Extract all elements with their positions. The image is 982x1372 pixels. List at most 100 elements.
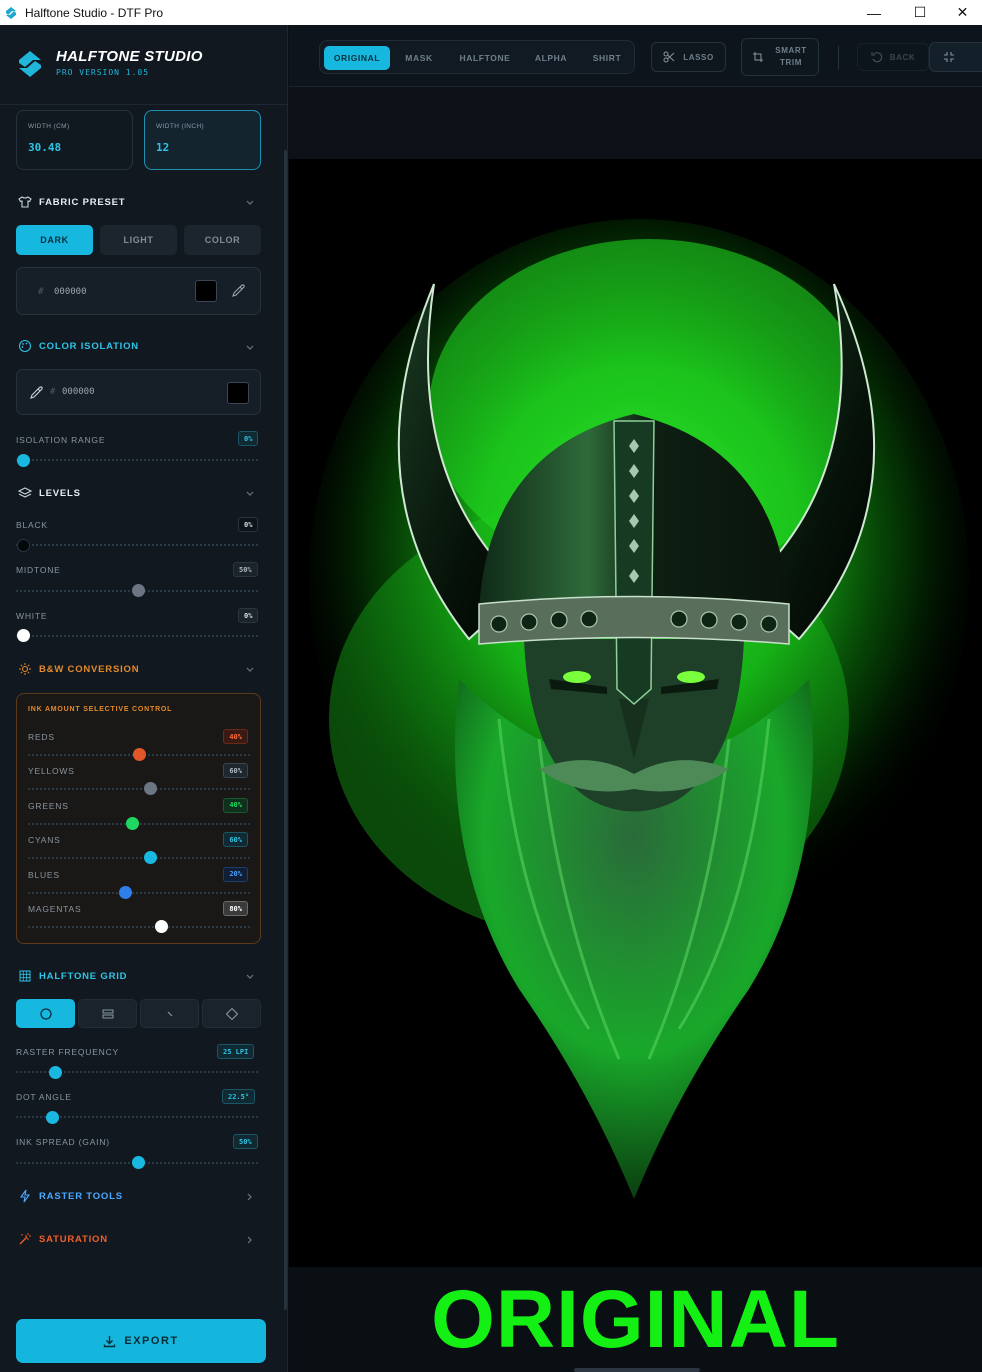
ink-spread-value: 50% [233, 1134, 258, 1149]
width-inch-value: 12 [156, 141, 170, 154]
close-button[interactable]: ✕ [943, 0, 982, 25]
fabric-hex-input[interactable]: 000000 [54, 287, 87, 297]
dot-angle-thumb[interactable] [46, 1111, 60, 1124]
ink-magentas-value: 80% [223, 901, 248, 916]
raster-tools-header[interactable]: RASTER TOOLS [18, 1188, 123, 1204]
ink-blues-slider[interactable] [28, 891, 250, 894]
chevron-down-icon[interactable] [244, 489, 256, 499]
ink-reds-thumb[interactable] [132, 748, 146, 761]
sidebar-scrollbar[interactable] [284, 150, 287, 1310]
lines-icon [102, 1009, 113, 1018]
tab-halftone-label: HALFTONE [459, 53, 511, 63]
export-button[interactable]: EXPORT [16, 1319, 266, 1363]
ink-cyans-label: CYANS [28, 835, 61, 846]
lasso-button[interactable]: LASSO [651, 42, 726, 72]
color-isolation-title: COLOR ISOLATION [39, 340, 139, 352]
width-cm-field[interactable]: WIDTH (CM) 30.48 [16, 110, 133, 170]
view-mode-caption: ORIGINAL [431, 1274, 840, 1365]
levels-header[interactable]: LEVELS [18, 485, 81, 501]
tab-alpha[interactable]: ALPHA [524, 46, 578, 70]
saturation-title: SATURATION [39, 1233, 108, 1245]
tab-mask[interactable]: MASK [394, 46, 444, 70]
dot-shape-circle-button[interactable] [16, 999, 75, 1028]
eyedropper-icon[interactable] [29, 386, 43, 400]
fabric-preset-header[interactable]: FABRIC PRESET [18, 194, 125, 210]
levels-white-thumb[interactable] [16, 629, 30, 642]
chevron-right-icon[interactable] [244, 1192, 256, 1202]
chevron-down-icon[interactable] [244, 665, 256, 675]
ink-blues-thumb[interactable] [119, 885, 133, 899]
brand-logo-icon [19, 51, 41, 77]
width-cm-value: 30.48 [28, 141, 62, 154]
tab-halftone[interactable]: HALFTONE [448, 46, 522, 70]
fabric-preset-title: FABRIC PRESET [39, 196, 126, 208]
back-button[interactable]: BACK [857, 43, 929, 71]
ink-magentas-thumb[interactable] [154, 920, 168, 933]
download-icon [104, 1335, 116, 1347]
chevron-down-icon[interactable] [244, 972, 256, 982]
ink-cyans-thumb[interactable] [143, 851, 157, 865]
chevron-down-icon[interactable] [244, 198, 256, 208]
eyedropper-icon[interactable] [231, 284, 245, 298]
tab-shirt[interactable]: SHIRT [580, 46, 634, 70]
isolation-color-swatch[interactable] [227, 382, 249, 404]
levels-midtone-value: 50% [233, 562, 258, 577]
sidebar: HALFTONE STUDIO PRO VERSION 1.05 WIDTH (… [0, 25, 288, 1372]
smart-trim-label: SMART TRIM [775, 45, 806, 69]
smart-trim-button[interactable]: SMART TRIM [741, 38, 819, 76]
fit-view-button[interactable] [929, 42, 982, 72]
maximize-button[interactable]: ☐ [897, 0, 943, 25]
ink-magentas-slider[interactable] [28, 926, 250, 928]
dot-shape-diagonal-button[interactable] [140, 999, 199, 1028]
chevron-right-icon[interactable] [244, 1235, 256, 1245]
tab-original[interactable]: ORIGINAL [324, 46, 390, 70]
raster-tools-title: RASTER TOOLS [39, 1190, 123, 1202]
isolation-range-value: 0% [238, 431, 259, 446]
levels-title: LEVELS [39, 487, 81, 499]
levels-black-label: BLACK [16, 520, 48, 530]
fabric-dark-button[interactable]: DARK [16, 225, 93, 255]
shirt-icon [18, 196, 32, 208]
raster-frequency-label: RASTER FREQUENCY [16, 1047, 120, 1057]
levels-midtone-thumb[interactable] [131, 584, 145, 597]
levels-black-slider[interactable] [16, 544, 260, 546]
ink-greens-slider[interactable] [28, 822, 250, 825]
fabric-color-row[interactable]: # 000000 [16, 267, 261, 315]
ink-spread-thumb[interactable] [131, 1156, 145, 1169]
ink-yellows-thumb[interactable] [143, 782, 157, 796]
canvas-scroll-indicator[interactable] [574, 1368, 700, 1372]
brand-title: HALFTONE STUDIO [56, 48, 203, 65]
raster-frequency-thumb[interactable] [48, 1066, 62, 1079]
tab-original-label: ORIGINAL [333, 53, 381, 63]
fabric-light-button[interactable]: LIGHT [100, 225, 177, 255]
color-isolation-header[interactable]: COLOR ISOLATION [18, 338, 139, 354]
minimize-button[interactable]: — [851, 0, 897, 25]
isolation-color-row[interactable]: # 000000 [16, 369, 261, 415]
fabric-color-swatch[interactable] [195, 280, 217, 302]
isolation-range-thumb[interactable] [16, 454, 30, 467]
isolation-hex-input[interactable]: 000000 [62, 387, 95, 397]
fabric-color-label: COLOR [204, 235, 241, 245]
ink-yellows-slider[interactable] [28, 788, 250, 791]
dot-shape-lines-button[interactable] [78, 999, 137, 1028]
levels-white-slider[interactable] [16, 635, 260, 637]
isolation-range-slider[interactable] [16, 459, 260, 461]
lightning-icon [19, 1189, 31, 1203]
diagonal-icon [167, 1011, 172, 1016]
brand-header: HALFTONE STUDIO PRO VERSION 1.05 [0, 25, 288, 105]
fabric-color-button[interactable]: COLOR [184, 225, 261, 255]
ink-cyans-slider[interactable] [28, 857, 250, 860]
saturation-header[interactable]: SATURATION [18, 1231, 108, 1247]
width-inch-label: WIDTH (INCH) [156, 123, 205, 130]
ink-greens-thumb[interactable] [125, 816, 139, 830]
dot-shape-diamond-button[interactable] [202, 999, 261, 1028]
ink-yellows-value: 60% [223, 763, 248, 779]
chevron-down-icon[interactable] [244, 343, 256, 353]
width-inch-field[interactable]: WIDTH (INCH) 12 [144, 110, 261, 170]
ink-reds-label: REDS [28, 732, 55, 742]
levels-black-value: 0% [238, 517, 259, 532]
halftone-grid-header[interactable]: HALFTONE GRID [18, 968, 127, 984]
levels-black-thumb[interactable] [16, 539, 30, 552]
bw-conversion-header[interactable]: B&W CONVERSION [18, 661, 139, 677]
preview-canvas[interactable] [289, 159, 982, 1267]
